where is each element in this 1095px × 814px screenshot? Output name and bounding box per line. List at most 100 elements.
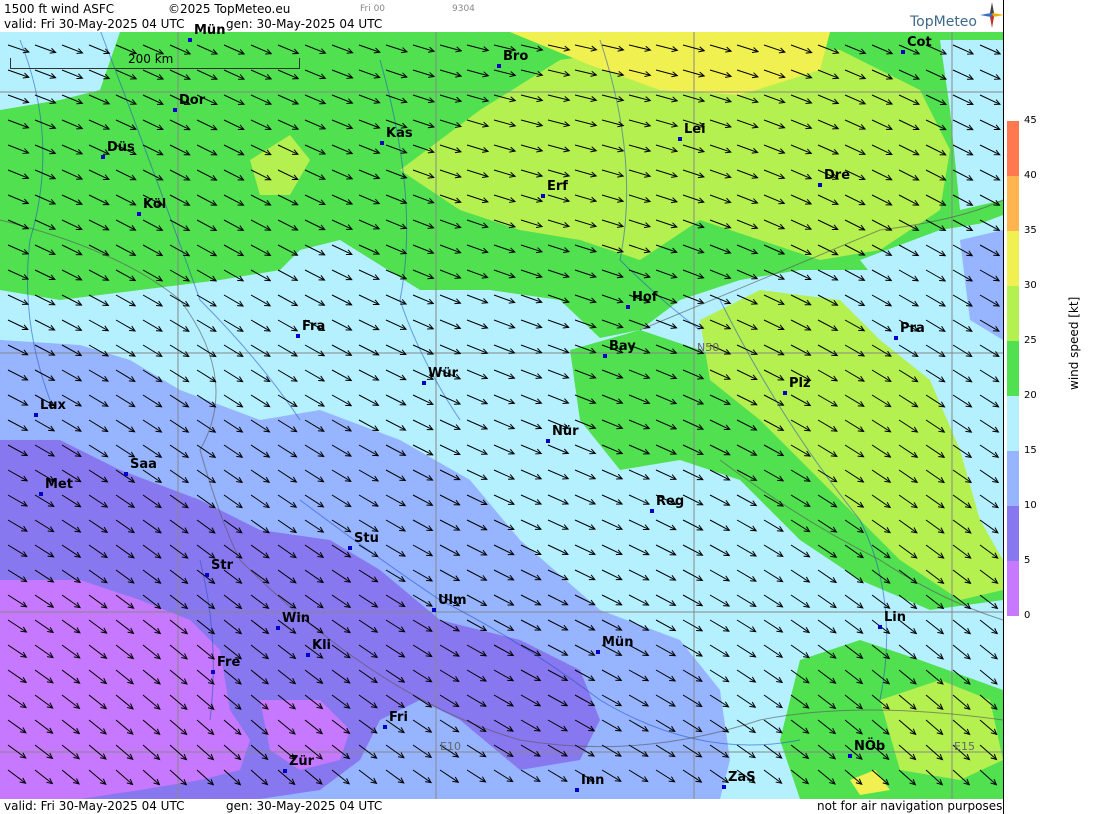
- product-title: 1500 ft wind ASFC: [4, 2, 115, 16]
- city-label: Erf: [547, 179, 568, 194]
- city-marker: [546, 439, 550, 443]
- city-marker: [137, 212, 141, 216]
- city-label: Zür: [289, 754, 315, 769]
- city-label: Düs: [107, 140, 135, 155]
- city-marker: [603, 354, 607, 358]
- city-label: Cot: [907, 35, 932, 50]
- city-label: Lux: [40, 398, 66, 413]
- city-label: Hof: [632, 290, 658, 305]
- city-marker: [296, 334, 300, 338]
- grid-label-e10: E10: [440, 740, 461, 753]
- colorbar-tick-label: 45: [1024, 115, 1037, 126]
- colorbar-segment: [1007, 286, 1019, 341]
- city-label: Lei: [684, 122, 706, 137]
- city-label: Stu: [354, 531, 379, 546]
- city-label: Nür: [552, 424, 579, 439]
- city-marker: [722, 785, 726, 789]
- city-marker: [306, 653, 310, 657]
- city-marker: [650, 509, 654, 513]
- colorbar-segment: [1007, 341, 1019, 396]
- city-label: Saa: [130, 457, 157, 472]
- city-label: Fri: [389, 710, 408, 725]
- header-tag-code: 9304: [452, 4, 475, 14]
- disclaimer-text: not for air navigation purposes: [817, 799, 1003, 813]
- city-marker: [101, 155, 105, 159]
- colorbar-tick-label: 5: [1024, 555, 1031, 566]
- copyright-text: ©2025 TopMeteo.eu: [168, 2, 291, 16]
- colorbar-tick-label: 15: [1024, 445, 1037, 456]
- colorbar-tick-label: 35: [1024, 225, 1037, 236]
- colorbar-segment: [1007, 231, 1019, 286]
- colorbar-segment: [1007, 176, 1019, 231]
- wind-speed-colorbar: [1007, 121, 1019, 616]
- city-marker: [626, 305, 630, 309]
- scale-bar-label: 200 km: [128, 52, 174, 66]
- city-marker: [878, 625, 882, 629]
- valid-time: valid: Fri 30-May-2025 04 UTC: [4, 17, 185, 31]
- colorbar-tick-label: 30: [1024, 280, 1037, 291]
- city-label: Fre: [217, 655, 241, 670]
- city-marker: [348, 546, 352, 550]
- city-label: Bay: [609, 339, 636, 354]
- city-marker: [211, 670, 215, 674]
- city-label: NÖb: [854, 739, 886, 754]
- city-marker: [783, 391, 787, 395]
- city-marker: [575, 788, 579, 792]
- city-label: Dor: [179, 93, 206, 108]
- city-marker: [596, 650, 600, 654]
- colorbar-segment: [1007, 396, 1019, 451]
- city-marker: [422, 381, 426, 385]
- legend-title: wind speed [kt]: [1067, 296, 1081, 390]
- city-marker: [383, 725, 387, 729]
- city-label: Inn: [581, 773, 605, 788]
- city-marker: [173, 108, 177, 112]
- city-marker: [848, 754, 852, 758]
- brand-logo-text: TopMeteo: [910, 14, 977, 30]
- colorbar-segment: [1007, 451, 1019, 506]
- colorbar-tick-label: 10: [1024, 500, 1037, 511]
- city-label: Dre: [824, 168, 851, 183]
- wind-map: [0, 29, 1004, 799]
- city-marker: [124, 472, 128, 476]
- city-marker: [188, 38, 192, 42]
- city-label: Pra: [900, 321, 925, 336]
- colorbar-tick-label: 40: [1024, 170, 1037, 181]
- city-marker: [901, 50, 905, 54]
- city-label: Lin: [884, 610, 906, 625]
- grid-label-n50: N50: [697, 341, 720, 354]
- city-label: Plz: [789, 376, 811, 391]
- colorbar-segment: [1007, 121, 1019, 176]
- city-label: Köl: [143, 197, 167, 212]
- city-label: Mün: [602, 635, 634, 650]
- city-marker: [205, 573, 209, 577]
- city-label: Str: [211, 558, 233, 573]
- city-label: ZaS: [728, 770, 756, 785]
- gen-time: gen: 30-May-2025 04 UTC: [226, 17, 383, 31]
- city-label: Fra: [302, 319, 326, 334]
- city-marker: [818, 183, 822, 187]
- city-marker: [39, 492, 43, 496]
- city-marker: [283, 769, 287, 773]
- city-label: Win: [282, 611, 311, 626]
- city-label: Met: [45, 477, 73, 492]
- city-marker: [678, 137, 682, 141]
- colorbar-tick-label: 0: [1024, 610, 1031, 621]
- city-label: Wür: [428, 366, 459, 381]
- city-marker: [541, 194, 545, 198]
- city-label: Kas: [386, 126, 413, 141]
- colorbar-tick-label: 25: [1024, 335, 1037, 346]
- city-marker: [380, 141, 384, 145]
- city-marker: [432, 608, 436, 612]
- colorbar-segment: [1007, 561, 1019, 616]
- header-tag-day: Fri 00: [360, 4, 386, 14]
- city-label: Mün: [194, 23, 226, 38]
- footer-gen-time: gen: 30-May-2025 04 UTC: [226, 799, 383, 813]
- grid-label-e15: E15: [954, 740, 975, 753]
- city-marker: [34, 413, 38, 417]
- city-marker: [497, 64, 501, 68]
- compass-rose-icon: [980, 2, 1004, 28]
- footer-valid-time: valid: Fri 30-May-2025 04 UTC: [4, 799, 185, 813]
- city-marker: [894, 336, 898, 340]
- city-label: Ulm: [438, 593, 467, 608]
- colorbar-tick-label: 20: [1024, 390, 1037, 401]
